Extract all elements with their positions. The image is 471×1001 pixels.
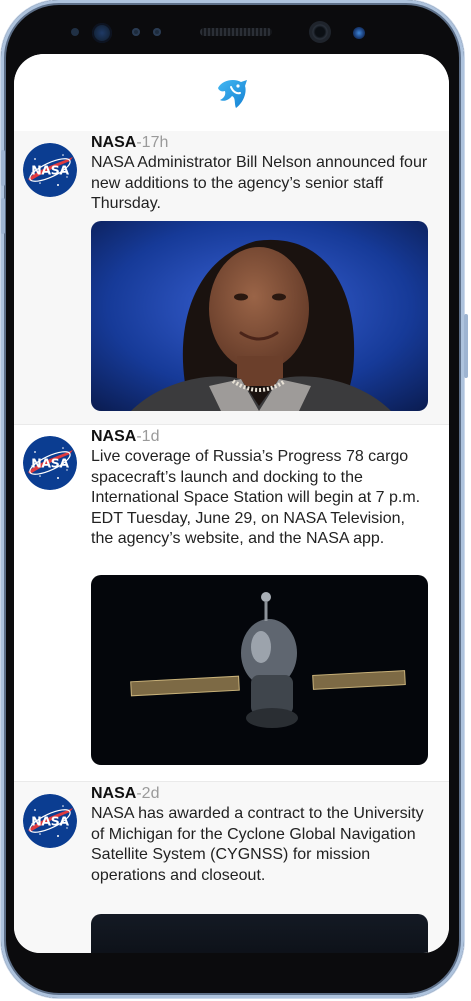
post-time: -1d bbox=[136, 428, 160, 445]
svg-text:NASA: NASA bbox=[31, 163, 69, 178]
front-camera bbox=[309, 21, 331, 43]
feed-post[interactable]: NASA NASA-1d Live coverage of Russia’s P… bbox=[14, 425, 449, 781]
post-image[interactable] bbox=[91, 914, 428, 953]
post-image[interactable] bbox=[91, 221, 428, 411]
proximity-sensor bbox=[71, 28, 79, 36]
earpiece-speaker bbox=[200, 28, 272, 36]
feed-post[interactable]: NASA NASA-2d NASA has awarded a contract… bbox=[14, 782, 449, 953]
iris-sensor bbox=[92, 23, 112, 43]
feed[interactable]: NASA NASA-17h NASA Administrator Bill Ne… bbox=[14, 131, 449, 953]
phone-screen: NASA NASA-17h NASA Administrator Bill Ne… bbox=[14, 54, 449, 953]
svg-text:NASA: NASA bbox=[31, 814, 69, 829]
volume-up-button bbox=[1, 150, 5, 186]
post-meta: NASA-17h bbox=[91, 133, 168, 153]
post-image[interactable] bbox=[91, 575, 428, 765]
top-bezel bbox=[0, 18, 471, 52]
post-meta: NASA-1d bbox=[91, 427, 159, 447]
light-sensor bbox=[132, 28, 140, 36]
bottom-bezel bbox=[14, 953, 449, 983]
post-meta: NASA-2d bbox=[91, 784, 159, 804]
feed-post[interactable]: NASA NASA-17h NASA Administrator Bill Ne… bbox=[14, 131, 449, 424]
ambient-sensor bbox=[153, 28, 161, 36]
post-time: -17h bbox=[136, 134, 169, 151]
author-name[interactable]: NASA bbox=[91, 785, 136, 802]
author-name[interactable]: NASA bbox=[91, 428, 136, 445]
bird-logo-icon[interactable] bbox=[214, 76, 250, 112]
nasa-logo-avatar[interactable]: NASA bbox=[23, 143, 77, 197]
post-text: Live coverage of Russia’s Progress 78 ca… bbox=[91, 448, 421, 547]
svg-text:NASA: NASA bbox=[31, 456, 69, 471]
nasa-logo-avatar[interactable]: NASA bbox=[23, 794, 77, 848]
post-text: NASA has awarded a contract to the Unive… bbox=[91, 805, 424, 884]
iris-camera bbox=[353, 27, 365, 39]
phone-frame: NASA NASA-17h NASA Administrator Bill Ne… bbox=[0, 0, 471, 1001]
author-name[interactable]: NASA bbox=[91, 134, 136, 151]
power-button bbox=[464, 314, 468, 378]
volume-down-button bbox=[1, 198, 5, 234]
post-text: NASA Administrator Bill Nelson announced… bbox=[91, 154, 428, 212]
post-time: -2d bbox=[136, 785, 160, 802]
app-header bbox=[14, 54, 449, 131]
nasa-logo-avatar[interactable]: NASA bbox=[23, 436, 77, 490]
